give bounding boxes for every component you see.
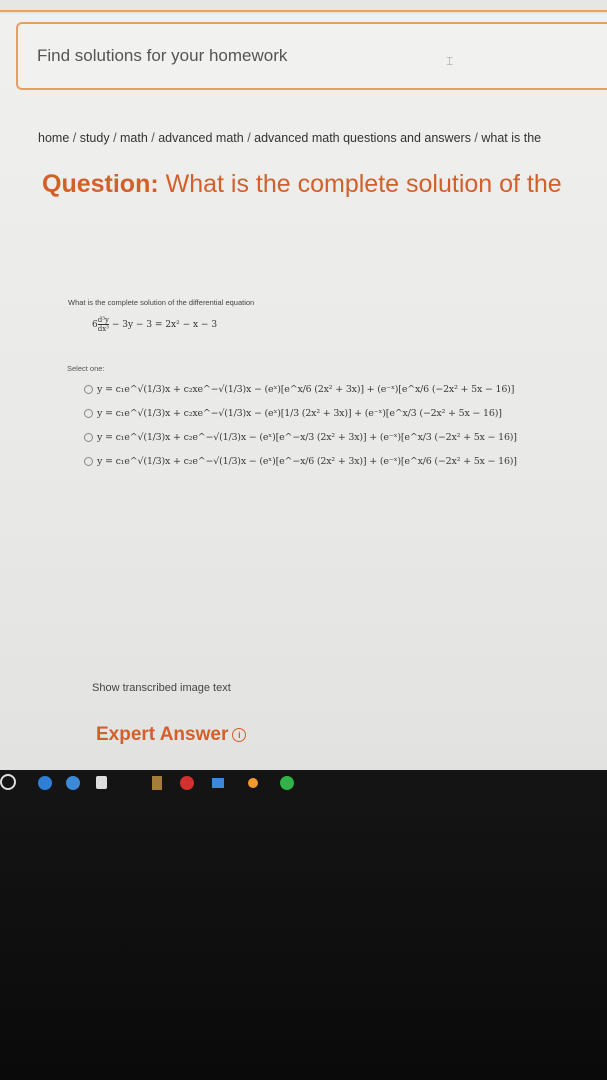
info-icon[interactable]: i: [232, 727, 247, 742]
breadcrumb: home / study / math / advanced math / ad…: [38, 131, 542, 145]
show-transcribed-link[interactable]: Show transcribed image text: [92, 682, 231, 694]
mail-icon[interactable]: [212, 778, 224, 788]
breadcrumb-home[interactable]: home: [38, 131, 69, 145]
question-label: Question:: [42, 170, 159, 198]
breadcrumb-current: what is the: [481, 131, 542, 145]
taskbar: [0, 770, 607, 796]
breadcrumb-questions-answers[interactable]: advanced math questions and answers: [254, 131, 471, 145]
chrome-icon[interactable]: [180, 776, 194, 790]
start-icon[interactable]: [0, 774, 16, 790]
breadcrumb-study[interactable]: study: [80, 131, 110, 145]
expert-answer-heading: Expert Answer i: [96, 724, 247, 746]
radio-icon[interactable]: [84, 409, 93, 418]
search-placeholder: Find solutions for your homework: [37, 46, 288, 65]
search-input[interactable]: Find solutions for your homework ⌶: [16, 22, 607, 90]
cortana-icon[interactable]: [38, 776, 52, 790]
answer-option-3[interactable]: y = c₁e^√(1/3)x + c₂e^−√(1/3)x − (eˣ)[e^…: [84, 432, 517, 452]
differential-equation: 6 d³y dx³ − 3y − 3 = 2x² − x − 3: [92, 316, 218, 333]
question-prompt: What is the complete solution of the dif…: [68, 298, 255, 307]
answer-option-1[interactable]: y = c₁e^√(1/3)x + c₂xe^−√(1/3)x − (eˣ)[e…: [84, 384, 514, 404]
whatsapp-icon[interactable]: [280, 776, 294, 790]
radio-icon[interactable]: [84, 385, 93, 394]
answer-option-4[interactable]: y = c₁e^√(1/3)x + c₂e^−√(1/3)x − (eˣ)[e^…: [84, 456, 517, 476]
edge-icon[interactable]: [66, 776, 80, 790]
breadcrumb-math[interactable]: math: [120, 131, 148, 145]
page-title: Question: What is the complete solution …: [42, 170, 607, 199]
store-icon[interactable]: [96, 776, 107, 789]
browser-screen: Find solutions for your homework ⌶ home …: [0, 0, 607, 770]
monitor-bezel: [0, 796, 607, 1080]
select-label: Select one:: [67, 364, 105, 373]
header-accent-line: [0, 10, 607, 12]
breadcrumb-advanced-math[interactable]: advanced math: [158, 131, 243, 145]
text-cursor-icon: ⌶: [446, 54, 454, 68]
question-image: What is the complete solution of the dif…: [62, 292, 517, 522]
answer-option-2[interactable]: y = c₁e^√(1/3)x + c₂xe^−√(1/3)x − (eˣ)[1…: [84, 408, 502, 428]
radio-icon[interactable]: [84, 433, 93, 442]
expert-answer-label: Expert Answer: [96, 724, 229, 745]
radio-icon[interactable]: [84, 457, 93, 466]
app-icon[interactable]: [248, 778, 258, 788]
question-text: What is the complete solution of the: [165, 170, 562, 198]
app-icon[interactable]: [152, 776, 162, 790]
